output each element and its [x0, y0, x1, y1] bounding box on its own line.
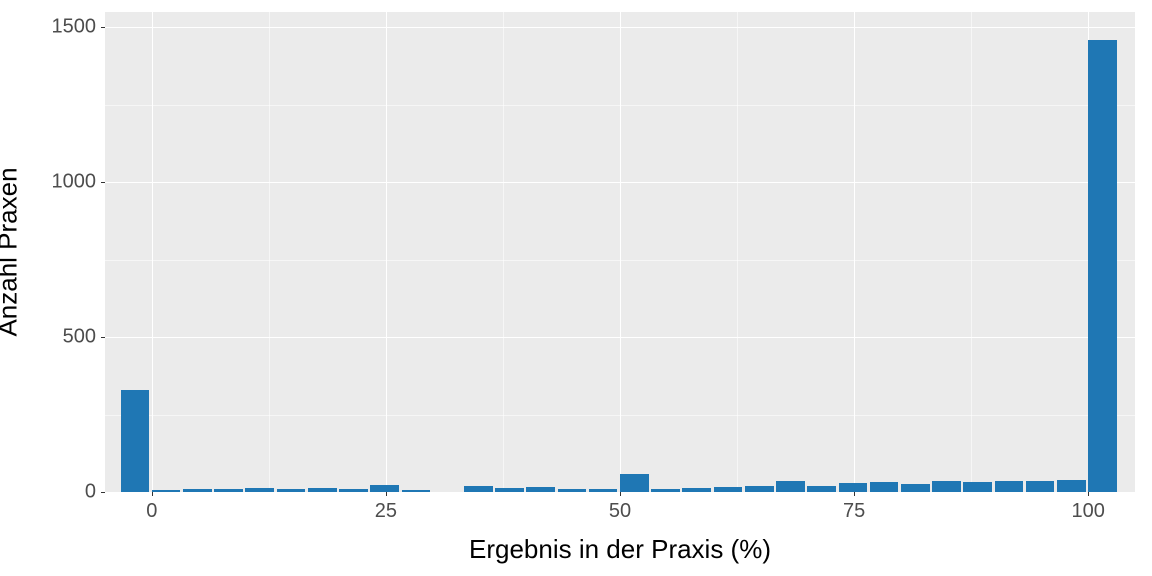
- bar: [745, 486, 774, 492]
- bar: [995, 481, 1024, 492]
- y-tick-label: 500: [6, 326, 96, 349]
- x-tick: [386, 492, 387, 496]
- gridline-v: [620, 12, 621, 492]
- bar: [1057, 480, 1086, 492]
- bar: [214, 489, 243, 492]
- bar: [651, 489, 680, 492]
- bar: [558, 489, 587, 492]
- y-tick-label: 1500: [6, 16, 96, 39]
- bar: [682, 488, 711, 492]
- gridline-v-minor: [737, 12, 738, 492]
- x-tick: [854, 492, 855, 496]
- bar: [339, 489, 368, 492]
- bar: [807, 486, 836, 492]
- bar: [776, 481, 805, 492]
- bar: [152, 490, 181, 492]
- x-tick: [1088, 492, 1089, 496]
- bar: [589, 489, 618, 492]
- y-tick: [101, 492, 105, 493]
- gridline-v: [386, 12, 387, 492]
- bar: [277, 489, 306, 492]
- bar: [839, 483, 868, 492]
- y-tick: [101, 337, 105, 338]
- x-tick-label: 75: [843, 500, 865, 523]
- bar: [183, 489, 212, 492]
- x-tick: [620, 492, 621, 496]
- bar: [870, 482, 899, 492]
- bar: [495, 488, 524, 492]
- gridline-v: [152, 12, 153, 492]
- gridline-v-minor: [971, 12, 972, 492]
- x-tick-label: 50: [609, 500, 631, 523]
- x-tick: [152, 492, 153, 496]
- plot-panel: [105, 12, 1135, 492]
- x-axis-label: Ergebnis in der Praxis (%): [469, 534, 771, 565]
- bar: [714, 487, 743, 492]
- x-tick-label: 0: [146, 500, 157, 523]
- bar: [121, 390, 150, 492]
- bar: [464, 486, 493, 492]
- bar: [1088, 40, 1117, 492]
- x-tick-label: 100: [1071, 500, 1104, 523]
- bar: [370, 485, 399, 492]
- y-tick-label: 1000: [6, 171, 96, 194]
- y-tick: [101, 27, 105, 28]
- bar: [526, 487, 555, 492]
- gridline-v-minor: [503, 12, 504, 492]
- y-tick: [101, 182, 105, 183]
- gridline-v-minor: [269, 12, 270, 492]
- x-tick-label: 25: [375, 500, 397, 523]
- bar: [963, 482, 992, 492]
- bar: [1026, 481, 1055, 492]
- bar: [402, 490, 431, 492]
- y-tick-label: 0: [6, 481, 96, 504]
- bar: [245, 488, 274, 492]
- bar: [308, 488, 337, 492]
- histogram-chart: Anzahl Praxen Ergebnis in der Praxis (%)…: [0, 0, 1152, 576]
- bar: [620, 474, 649, 492]
- bar: [901, 484, 930, 492]
- gridline-v: [854, 12, 855, 492]
- bar: [932, 481, 961, 492]
